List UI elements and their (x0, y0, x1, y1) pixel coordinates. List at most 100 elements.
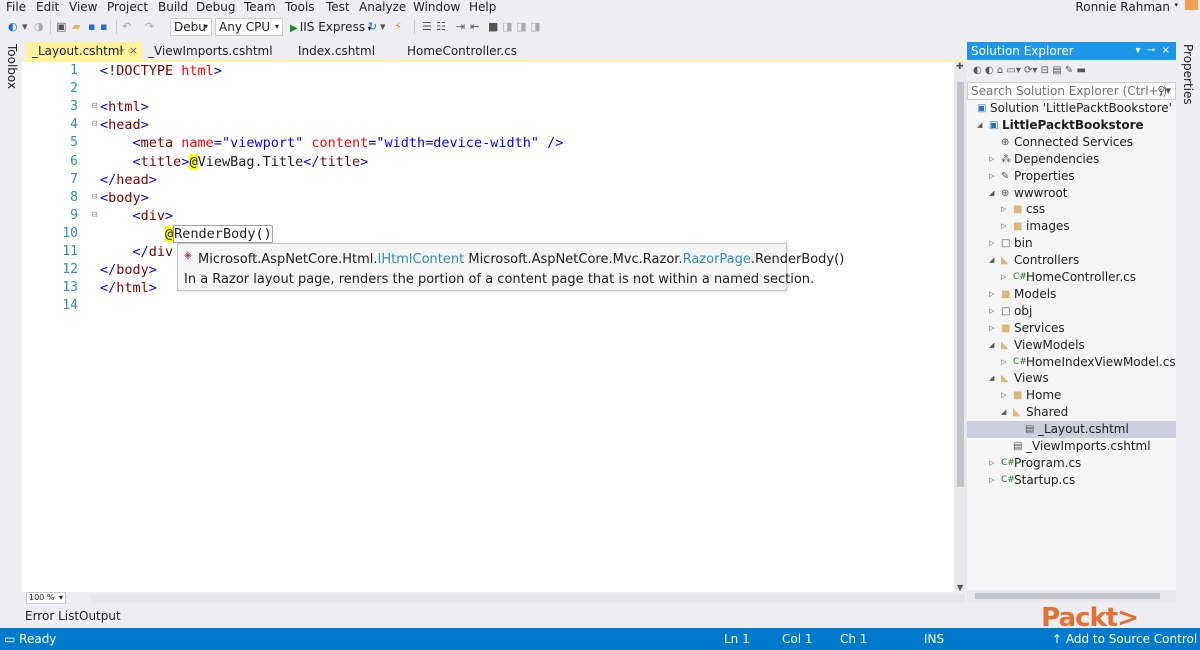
menu-test[interactable]: Test (326, 0, 350, 14)
split-icon[interactable]: ✚ (956, 62, 964, 72)
properties-tab[interactable]: Properties (1181, 44, 1195, 105)
platform-select[interactable]: Any CPU ▾ (215, 18, 283, 36)
tree-node[interactable]: ▣Solution 'LittlePacktBookstore' (1 pr (967, 100, 1176, 117)
uncomment-icon[interactable]: ☷ (436, 20, 446, 34)
menu-build[interactable]: Build (158, 0, 188, 14)
tab-homecontroller[interactable]: HomeController.cs (401, 42, 541, 60)
tree-node[interactable]: ▤ _Layout.cshtml (967, 421, 1176, 439)
user-account[interactable]: Ronnie Rahman (1075, 0, 1170, 14)
forward-icon[interactable]: ◐ (985, 65, 994, 76)
switch-view-icon[interactable]: ▭▾ (1006, 65, 1020, 76)
editor-horizontal-scrollbar[interactable] (90, 594, 965, 603)
code-line[interactable]: @RenderBody() (100, 224, 273, 243)
add-to-source-control-button[interactable]: ↑ Add to Source Control ▴ (1052, 628, 1200, 650)
tree-node[interactable]: ◢ ⊕ wwwroot (967, 185, 1176, 202)
redo-icon[interactable]: ↷ (145, 20, 154, 34)
collapse-arrow-icon[interactable]: ◢ (977, 117, 982, 134)
tree-node[interactable]: ▷ C# Startup.cs (967, 472, 1176, 489)
expand-arrow-icon[interactable]: ▷ (989, 455, 994, 472)
code-line[interactable]: <!DOCTYPE html> (100, 62, 222, 80)
fold-toggle-icon[interactable]: ⊟ (92, 210, 97, 220)
browser-link-icon[interactable]: ⚡ (394, 20, 402, 34)
bookmark-clear-icon[interactable]: ◨ (530, 20, 540, 34)
dropdown-arrow-icon[interactable]: ▾ (22, 20, 28, 34)
tree-node[interactable]: ▷ ✎ Properties (967, 168, 1176, 185)
expand-arrow-icon[interactable]: ▷ (1001, 269, 1006, 286)
tab-index[interactable]: Index.cshtml (292, 42, 392, 60)
code-line[interactable]: </html> (100, 279, 157, 297)
code-editor[interactable]: 1 <!DOCTYPE html> 2 3 ⊟ <html> 4 ⊟ <head> 5 <meta… (22, 62, 954, 592)
sig-return-type[interactable]: IHtmlContent (378, 252, 465, 267)
tree-node[interactable]: ▷ ■ images (967, 218, 1176, 235)
tree-node[interactable]: ▷ ■ Home (967, 387, 1176, 404)
menu-debug[interactable]: Debug (196, 0, 235, 14)
expand-arrow-icon[interactable]: ▷ (1001, 354, 1006, 371)
save-all-icon[interactable]: ▪ (100, 20, 107, 34)
expand-arrow-icon[interactable]: ▷ (989, 151, 994, 168)
collapse-all-icon[interactable]: ⊟ (1041, 65, 1049, 76)
tab-error-list[interactable]: Error List (25, 609, 79, 623)
fold-toggle-icon[interactable]: ⊟ (92, 101, 97, 111)
sig-class-type[interactable]: RazorPage (683, 252, 751, 267)
tree-node[interactable]: ▷ C# HomeIndexViewModel.cs (967, 354, 1176, 371)
tree-node[interactable]: ▷ ⁂ Dependencies (967, 151, 1176, 168)
code-line[interactable]: <div> (100, 207, 174, 225)
tree-node[interactable]: ▷ C# HomeController.cs (967, 269, 1176, 286)
toolbox-tab[interactable]: Toolbox (5, 44, 19, 89)
code-line[interactable]: <html> (100, 98, 149, 116)
expand-arrow-icon[interactable]: ▷ (989, 286, 994, 303)
comment-icon[interactable]: ☰ (422, 20, 432, 34)
menu-file[interactable]: File (6, 0, 26, 14)
tree-node[interactable]: ▷ ■ Services (967, 320, 1176, 337)
indent-icon[interactable]: ⇥ (456, 20, 465, 34)
save-icon[interactable]: ▪ (88, 20, 95, 34)
properties-icon[interactable]: ✎ (1065, 65, 1073, 76)
collapse-arrow-icon[interactable]: ◢ (989, 370, 994, 387)
fold-toggle-icon[interactable]: ⊟ (92, 119, 97, 129)
run-button[interactable]: ▶ IIS Express ▾ (290, 19, 372, 37)
menu-project[interactable]: Project (107, 0, 148, 14)
panel-controls[interactable]: ▾ ⊸ × (1136, 42, 1171, 60)
collapse-arrow-icon[interactable]: ◢ (989, 337, 994, 354)
tree-node[interactable]: ▤ _ViewImports.cshtml (967, 438, 1176, 455)
undo-icon[interactable]: ↶ (122, 20, 131, 34)
tab-viewimports[interactable]: _ViewImports.cshtml (142, 42, 282, 60)
pin-icon[interactable]: ⊸ (116, 42, 124, 60)
tab-layout[interactable]: _Layout.cshtml ⊸ × (26, 42, 142, 60)
collapse-arrow-icon[interactable]: ◢ (989, 185, 994, 202)
scroll-thumb[interactable] (957, 82, 964, 487)
bookmark-prev-icon[interactable]: ◨ (502, 20, 512, 34)
expand-arrow-icon[interactable]: ▷ (989, 303, 994, 320)
code-line[interactable]: <head> (100, 116, 149, 134)
menu-edit[interactable]: Edit (36, 0, 59, 14)
collapse-arrow-icon[interactable]: ◢ (1001, 404, 1006, 421)
solution-search-input[interactable]: Search Solution Explorer (Ctrl+;) ⚲▾ (967, 82, 1176, 100)
expand-arrow-icon[interactable]: ▷ (1001, 218, 1006, 235)
notification-icon[interactable] (1185, 0, 1198, 10)
editor-vertical-scrollbar[interactable]: ✚ ▼ (954, 62, 967, 592)
scroll-thumb[interactable] (975, 593, 1160, 599)
tree-node[interactable]: ▷ C# Program.cs (967, 455, 1176, 472)
forward-icon[interactable]: ◑ (34, 20, 44, 34)
tree-node[interactable]: ▷ □ bin (967, 235, 1176, 252)
tree-node[interactable]: ▷ ■ Models (967, 286, 1176, 303)
menu-window[interactable]: Window (413, 0, 460, 14)
show-all-files-icon[interactable]: ▤ (1052, 65, 1061, 76)
expand-arrow-icon[interactable]: ▷ (1001, 387, 1006, 404)
tab-output[interactable]: Output (79, 609, 121, 623)
fold-toggle-icon[interactable]: ⊟ (92, 192, 97, 202)
outdent-icon[interactable]: ⇤ (470, 20, 479, 34)
code-line[interactable]: <title>@ViewBag.Title</title> (100, 153, 368, 171)
refresh-icon[interactable]: ↻ (368, 20, 377, 34)
scroll-down-icon[interactable]: ▼ (957, 583, 963, 592)
expand-arrow-icon[interactable]: ▷ (989, 168, 994, 185)
back-icon[interactable]: ◐ (973, 65, 982, 76)
open-folder-icon[interactable]: ▰ (72, 20, 80, 34)
tree-node[interactable]: ◢ ◣ Controllers (967, 252, 1176, 269)
expand-arrow-icon[interactable]: ▷ (989, 235, 994, 252)
new-project-icon[interactable]: ▣ (56, 20, 66, 34)
menu-tools[interactable]: Tools (285, 0, 315, 14)
dropdown-arrow-icon[interactable]: ▾ (380, 20, 386, 34)
bookmark-icon[interactable]: ■ (488, 20, 498, 34)
menu-help[interactable]: Help (469, 0, 496, 14)
